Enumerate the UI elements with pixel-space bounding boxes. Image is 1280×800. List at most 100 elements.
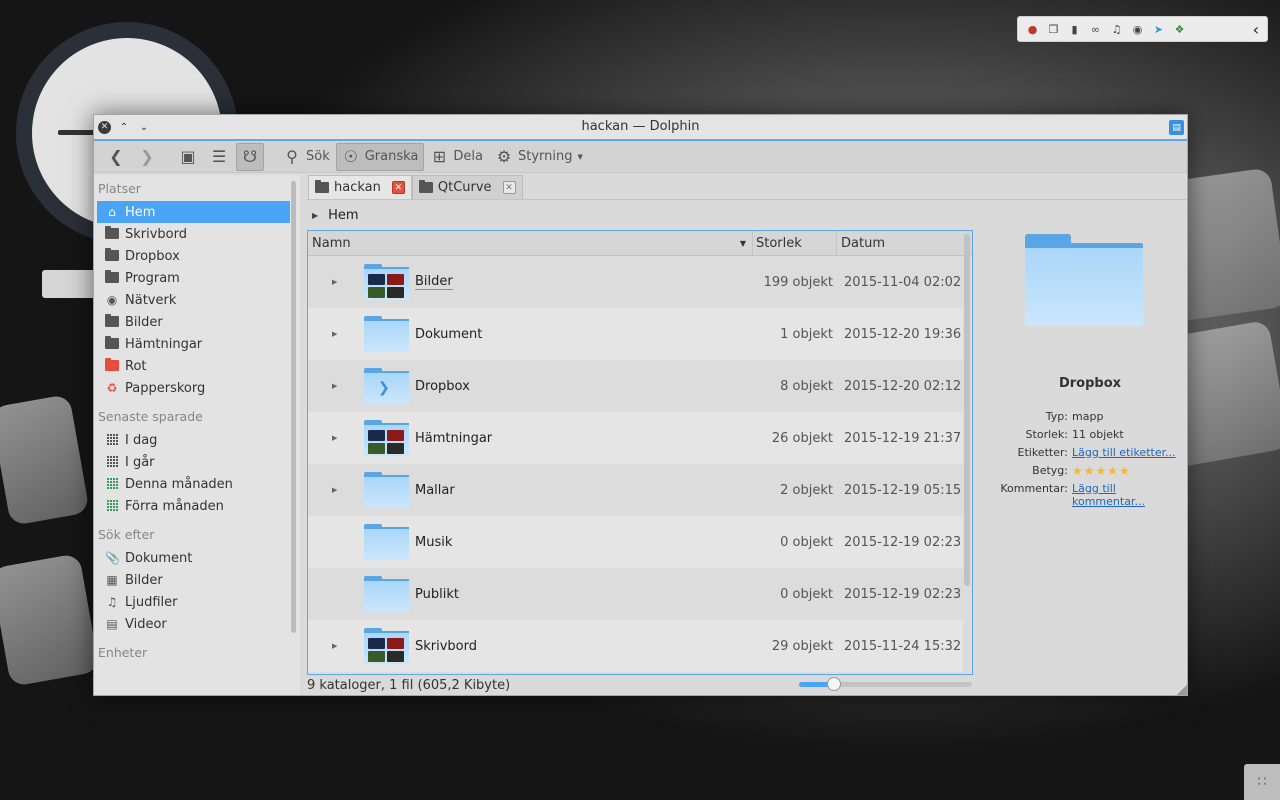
telegram-icon[interactable]: ➤ [1152, 23, 1165, 36]
add-comment-link[interactable]: Lägg till kommentar... [1072, 482, 1190, 508]
table-row[interactable]: ▶ Bilder 199 objekt 2015-11-04 02:02 [308, 256, 963, 308]
tree-view-button[interactable]: ☋ [236, 142, 264, 171]
music-icon: ♫ [106, 595, 118, 609]
minimize-button[interactable]: ⌄ [137, 120, 151, 134]
folder-icon: ❯ [364, 368, 409, 404]
close-tab-button[interactable]: ✕ [391, 181, 405, 194]
table-row[interactable]: Publikt 0 objekt 2015-12-19 02:23 [308, 568, 963, 620]
dropbox-icon[interactable]: ❖ [1173, 23, 1186, 36]
expand-arrow-icon[interactable]: ▶ [332, 382, 337, 390]
details-view-button[interactable]: ☰ [205, 143, 233, 171]
places-item-dropbox[interactable]: Dropbox [97, 245, 290, 267]
file-date: 2015-12-20 02:12 [844, 378, 962, 394]
rating-stars[interactable]: ★★★★★ [1072, 464, 1190, 478]
file-size: 26 objekt [771, 430, 833, 446]
table-row[interactable]: ▶ Skrivbord 29 objekt 2015-11-24 15:32 [308, 620, 963, 672]
places-item-root[interactable]: Rot [97, 355, 290, 377]
tray-expand-icon[interactable]: ‹ [1253, 20, 1259, 39]
desktop-toolbox-button[interactable]: ∷ [1244, 764, 1280, 800]
places-item-label: Bilder [125, 572, 163, 588]
places-item-label: Nätverk [125, 292, 177, 308]
clipboard-icon[interactable]: ❐ [1047, 23, 1060, 36]
places-item-label: Dokument [125, 550, 193, 566]
places-item-audio[interactable]: ♫ Ljudfiler [97, 591, 290, 613]
control-menu-button[interactable]: ⚙ Styrning ▼ [489, 143, 589, 171]
search-button[interactable]: ⚲ Sök [277, 143, 336, 171]
resize-grip[interactable] [1177, 685, 1187, 695]
places-item-desktop[interactable]: Skrivbord [97, 223, 290, 245]
music-icon[interactable]: ♫ [1110, 23, 1123, 36]
file-size: 0 objekt [780, 534, 833, 550]
tab-hackan[interactable]: hackan ✕ [308, 175, 412, 199]
arrow-left-icon: ❮ [109, 146, 123, 166]
close-tab-button[interactable]: ✕ [502, 181, 516, 194]
app-icon[interactable]: ▤ [1169, 120, 1184, 135]
places-item-label: Bilder [125, 314, 163, 330]
zoom-slider-handle[interactable] [827, 677, 841, 691]
forward-button[interactable]: ❯ [133, 143, 161, 171]
places-scrollbar[interactable] [291, 181, 296, 633]
add-tags-link[interactable]: Lägg till etiketter... [1072, 446, 1190, 459]
icons-view-button[interactable]: ▣ [174, 143, 202, 171]
places-item-program[interactable]: Program [97, 267, 290, 289]
table-row[interactable]: Musik 0 objekt 2015-12-19 02:23 [308, 516, 963, 568]
bluetooth-icon[interactable]: ∞ [1089, 23, 1102, 36]
dolphin-window: ✕ ⌃ ⌄ hackan — Dolphin ▤ ❮ ❯ ▣ ☰ ☋ ⚲ Sök … [93, 114, 1188, 696]
file-date: 2015-12-19 02:23 [844, 586, 962, 602]
breadcrumb-item-home[interactable]: Hem [328, 208, 358, 223]
places-item-downloads[interactable]: Hämtningar [97, 333, 290, 355]
places-item-images[interactable]: ▦ Bilder [97, 569, 290, 591]
folder-icon [418, 180, 433, 193]
file-view-scrollbar[interactable] [964, 234, 970, 586]
places-item-pictures[interactable]: Bilder [97, 311, 290, 333]
places-item-today[interactable]: I dag [97, 429, 290, 451]
close-window-button[interactable]: ✕ [98, 120, 111, 134]
places-item-this-month[interactable]: Denna månaden [97, 473, 290, 495]
info-row-rating: Betyg: ★★★★★ [990, 464, 1190, 478]
media-play-icon[interactable]: ◉ [1131, 23, 1144, 36]
column-name[interactable]: Namn ▼ [308, 231, 753, 255]
places-item-documents[interactable]: 📎 Dokument [97, 547, 290, 569]
zoom-slider[interactable] [799, 677, 972, 691]
places-item-label: Videor [125, 616, 167, 632]
share-button[interactable]: ⊞ Dela [424, 143, 489, 171]
file-date: 2015-11-24 15:32 [844, 638, 962, 654]
maximize-button[interactable]: ⌃ [117, 120, 131, 134]
star-icon[interactable]: ★ [1119, 464, 1131, 478]
star-icon[interactable]: ★ [1072, 464, 1084, 478]
table-row[interactable]: ▶ Mallar 2 objekt 2015-12-19 05:15 [308, 464, 963, 516]
expand-arrow-icon[interactable]: ▶ [332, 486, 337, 494]
column-date[interactable]: Datum [837, 231, 885, 255]
places-item-trash[interactable]: ♻ Papperskorg [97, 377, 290, 399]
expand-arrow-icon[interactable]: ▶ [332, 642, 337, 650]
tab-bar: hackan ✕ QtCurve ✕ [306, 175, 1187, 200]
window-title: hackan — Dolphin [581, 119, 700, 134]
expand-arrow-icon[interactable]: ▶ [332, 330, 337, 338]
places-item-videos[interactable]: ▤ Videor [97, 613, 290, 635]
places-item-last-month[interactable]: Förra månaden [97, 495, 290, 517]
preview-button[interactable]: ☉ Granska [335, 142, 425, 171]
column-size[interactable]: Storlek [753, 231, 837, 255]
control-label: Styrning [518, 149, 573, 164]
file-date: 2015-11-04 02:02 [844, 274, 962, 290]
places-item-home[interactable]: ⌂ Hem [97, 201, 290, 223]
star-icon[interactable]: ★ [1096, 464, 1108, 478]
places-item-network[interactable]: ◉ Nätverk [97, 289, 290, 311]
table-row[interactable]: ▶ Dokument 1 objekt 2015-12-20 19:36 [308, 308, 963, 360]
expand-arrow-icon[interactable]: ▶ [332, 434, 337, 442]
table-row[interactable]: ▶ ❯ Dropbox 8 objekt 2015-12-20 02:12 [308, 360, 963, 412]
star-icon[interactable]: ★ [1107, 464, 1119, 478]
places-item-yesterday[interactable]: I går [97, 451, 290, 473]
file-size: 29 objekt [771, 638, 833, 654]
folder-icon [364, 264, 409, 300]
table-row[interactable]: ▶ Hämtningar 26 objekt 2015-12-19 21:37 [308, 412, 963, 464]
expand-arrow-icon[interactable]: ▶ [312, 211, 318, 220]
tab-qtcurve[interactable]: QtCurve ✕ [411, 175, 523, 199]
expand-arrow-icon[interactable]: ▶ [332, 278, 337, 286]
battery-icon[interactable]: ▮ [1068, 23, 1081, 36]
back-button[interactable]: ❮ [102, 143, 130, 171]
star-icon[interactable]: ★ [1084, 464, 1096, 478]
user-icon[interactable]: ● [1026, 23, 1039, 36]
column-header: Namn ▼ Storlek Datum [308, 231, 972, 256]
home-icon: ⌂ [108, 205, 116, 219]
